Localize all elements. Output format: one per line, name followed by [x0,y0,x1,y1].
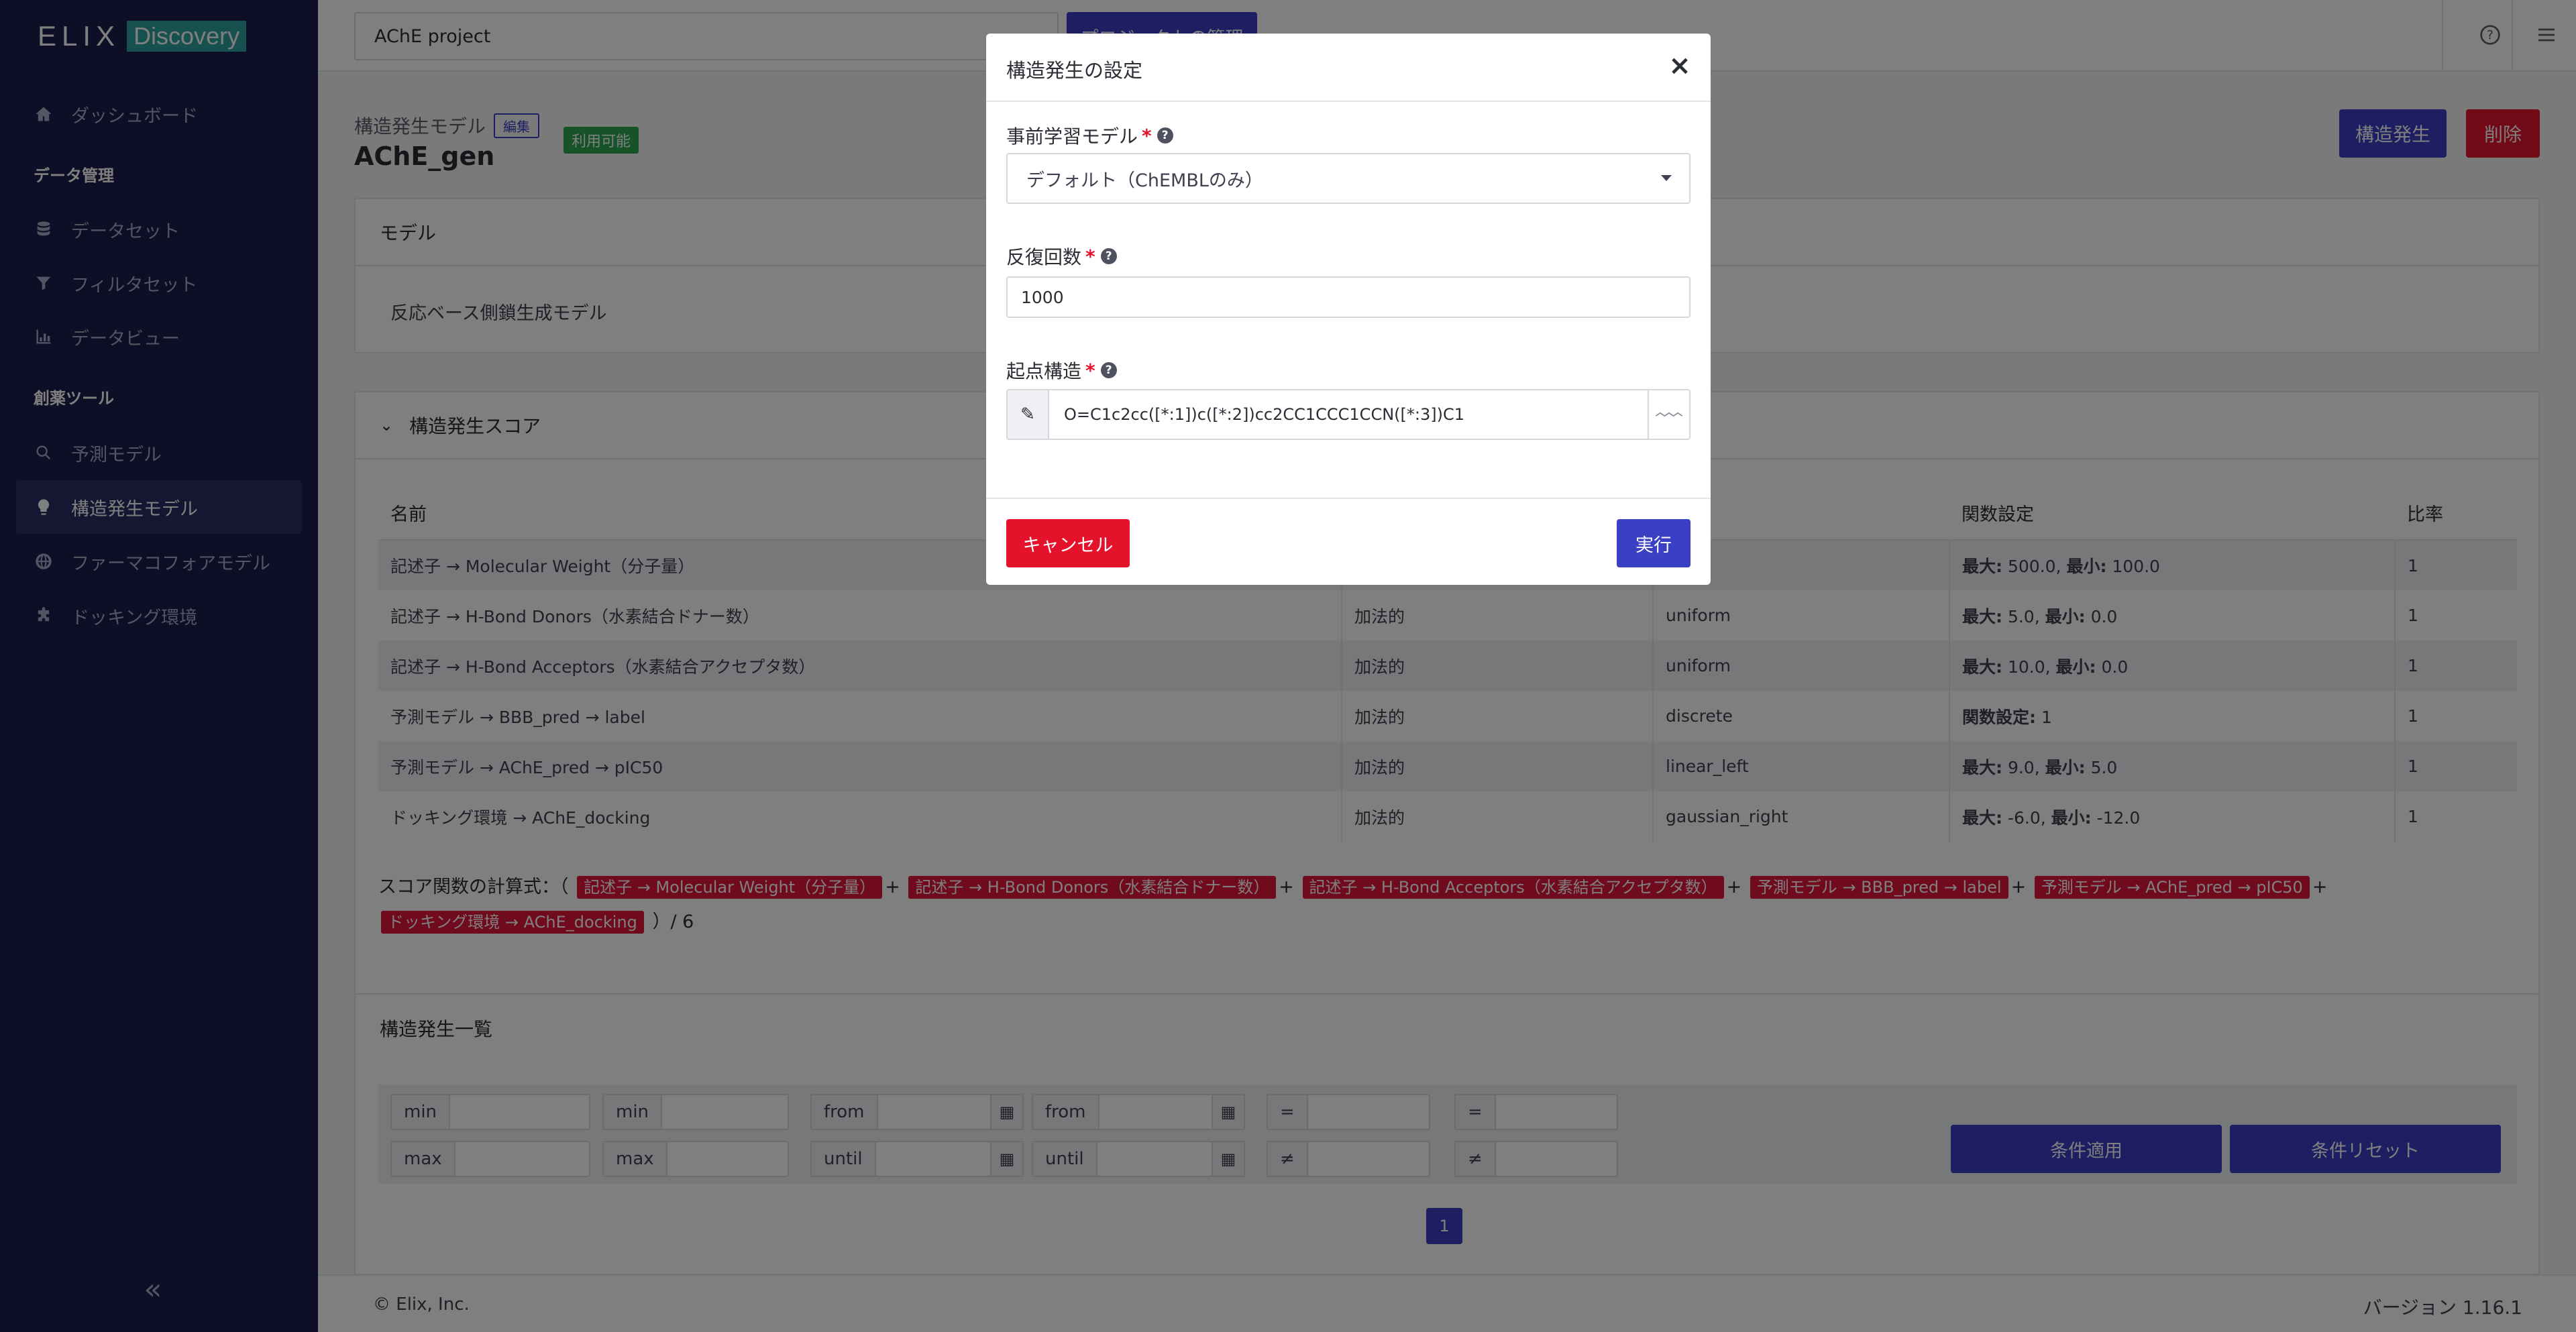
help-icon[interactable]: ? [1100,248,1117,264]
generation-settings-modal: 構造発生の設定 × 事前学習モデル * ? デフォルト（ChEMBLのみ） 反復… [986,34,1711,585]
run-button[interactable]: 実行 [1617,519,1690,567]
modal-title: 構造発生の設定 [1006,59,1143,82]
caret-down-icon [1661,175,1672,181]
modal-header: 構造発生の設定 × [986,34,1711,102]
field-label-text: 反復回数 [1006,246,1082,268]
field-label-text: 起点構造 [1006,360,1082,382]
help-icon[interactable]: ? [1100,362,1117,378]
smiles-value[interactable]: O=C1c2cc([*:1])c([*:2])cc2CC1CCC1CCN([*:… [1064,405,1464,424]
edit-icon[interactable]: ✎ [1008,390,1049,439]
iterations-label: 反復回数 * ? [1006,243,1117,270]
iterations-input[interactable]: 1000 [1006,276,1690,318]
start-structure-input[interactable]: ✎ O=C1c2cc([*:1])c([*:2])cc2CC1CCC1CCN([… [1006,389,1690,440]
pretrained-model-value: デフォルト（ChEMBLのみ） [1026,170,1263,191]
pretrained-model-select[interactable]: デフォルト（ChEMBLのみ） [1006,153,1690,204]
required-mark: * [1085,359,1095,382]
start-structure-label: 起点構造 * ? [1006,357,1117,384]
cancel-button[interactable]: キャンセル [1006,519,1130,567]
field-label-text: 事前学習モデル [1006,125,1138,148]
modal-footer: キャンセル 実行 [986,498,1711,585]
close-icon[interactable]: × [1666,50,1693,81]
pretrained-model-label: 事前学習モデル * ? [1006,122,1173,149]
required-mark: * [1085,245,1095,268]
required-mark: * [1142,124,1152,147]
molecule-preview-icon [1648,390,1689,439]
help-icon[interactable]: ? [1157,127,1173,144]
